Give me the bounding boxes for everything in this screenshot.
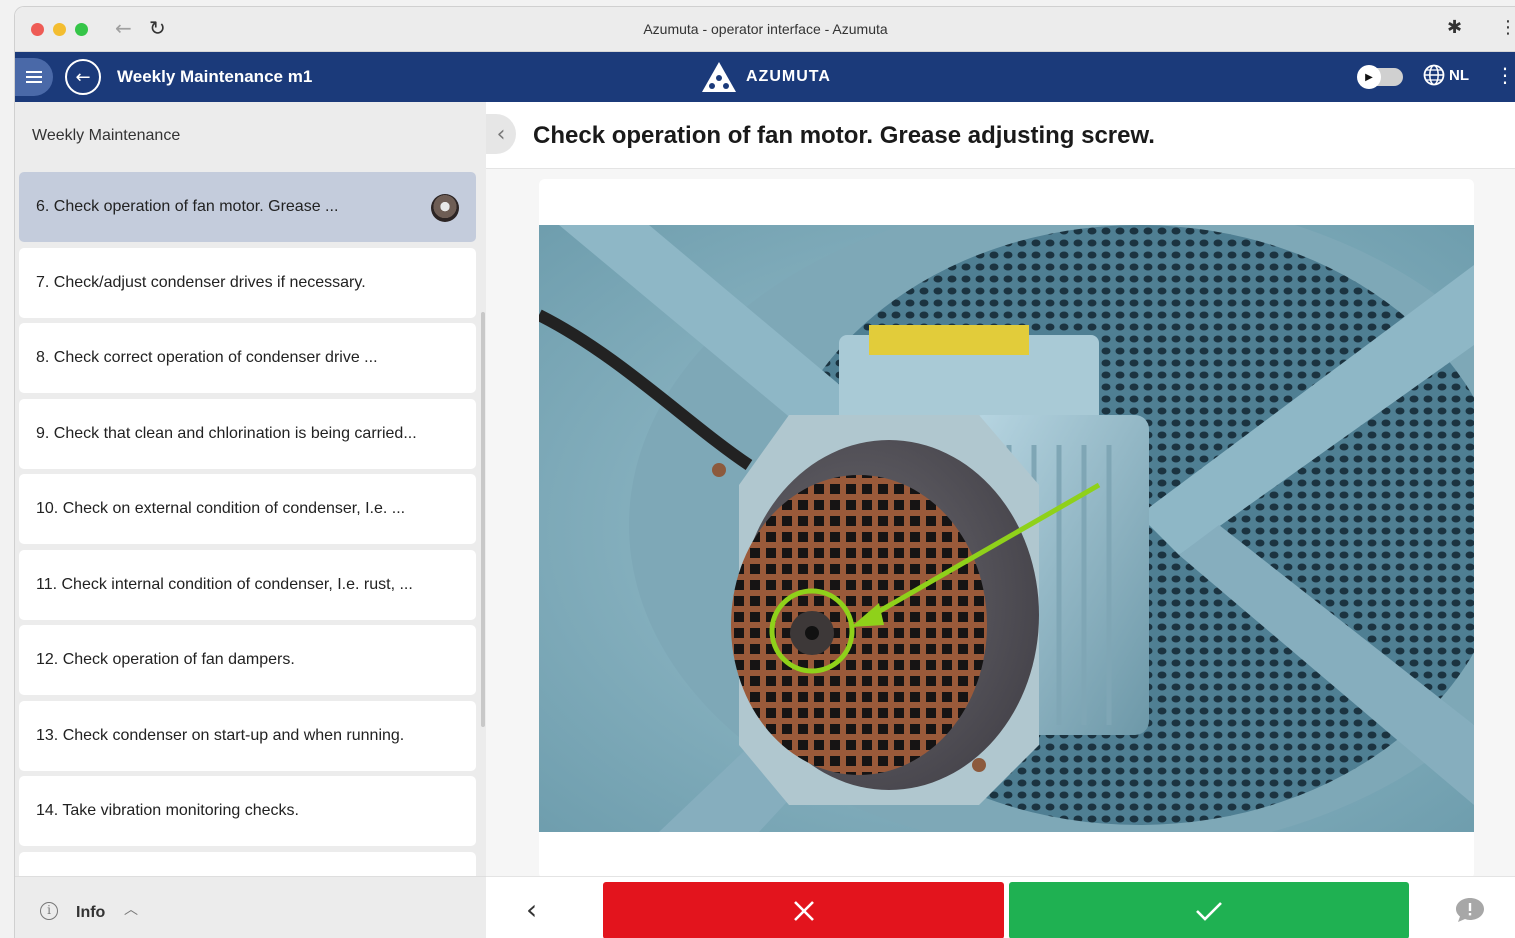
window-title: Azumuta - operator interface - Azumuta (643, 21, 888, 37)
instruction-card (539, 179, 1474, 879)
step-thumbnail (431, 194, 459, 222)
info-icon: i (40, 902, 58, 920)
browser-menu-icon[interactable]: ⋮ (1499, 17, 1515, 38)
step-label: 13. Check condenser on start-up and when… (36, 726, 405, 744)
step-label: 9. Check that clean and chlorination is … (36, 424, 417, 442)
menu-button[interactable] (15, 58, 53, 96)
step-item-8[interactable]: 8. Check correct operation of condenser … (19, 323, 476, 393)
more-vert-icon[interactable]: ⋮ (1495, 63, 1515, 87)
step-label: 8. Check correct operation of condenser … (36, 349, 378, 366)
step-item-14[interactable]: 14. Take vibration monitoring checks. (19, 776, 476, 846)
step-item-11[interactable]: 11. Check internal condition of condense… (19, 549, 476, 620)
globe-icon (1423, 64, 1445, 86)
mode-toggle[interactable]: ▶ (1357, 65, 1403, 89)
info-panel-toggle[interactable]: i Info ︿ (15, 876, 486, 938)
toggle-icon: ▶ (1357, 65, 1381, 89)
step-item-13[interactable]: 13. Check condenser on start-up and when… (19, 700, 476, 771)
step-title: Check operation of fan motor. Grease adj… (533, 122, 1155, 149)
brand-name: AZUMUTA (746, 68, 831, 85)
sidebar-heading: Weekly Maintenance (32, 127, 181, 144)
instruction-image[interactable] (539, 225, 1474, 832)
info-label: Info (76, 904, 106, 921)
steps-sidebar: Weekly Maintenance 6. Check operation of… (15, 102, 486, 938)
sidebar-scrollbar[interactable] (481, 312, 485, 727)
language-label: NL (1449, 66, 1469, 84)
menu-icon (26, 71, 42, 83)
previous-step-button[interactable]: ‹ (526, 893, 537, 926)
close-icon (793, 900, 814, 921)
comment-icon[interactable] (1455, 897, 1485, 923)
step-label: 14. Take vibration monitoring checks. (36, 802, 299, 819)
action-bar: ‹ (486, 876, 1515, 938)
step-label: 10. Check on external condition of conde… (36, 500, 406, 517)
step-item-12[interactable]: 12. Check operation of fan dampers. (19, 625, 476, 695)
step-detail: ‹ Check operation of fan motor. Grease a… (486, 102, 1515, 938)
step-item-10[interactable]: 10. Check on external condition of conde… (19, 474, 476, 544)
step-item-6[interactable]: 6. Check operation of fan motor. Grease … (19, 172, 476, 242)
language-selector[interactable]: NL (1423, 64, 1469, 86)
browser-window: ← ↻ Azumuta - operator interface - Azumu… (14, 6, 1515, 938)
step-label: 6. Check operation of fan motor. Grease … (36, 198, 339, 215)
chevron-up-icon: ︿ (124, 902, 138, 918)
browser-toolbar: ← ↻ Azumuta - operator interface - Azumu… (15, 7, 1515, 52)
step-label: 7. Check/adjust condenser drives if nece… (36, 273, 366, 291)
azumuta-logo-icon (702, 62, 736, 92)
content-area (486, 168, 1515, 879)
step-item-7[interactable]: 7. Check/adjust condenser drives if nece… (19, 247, 476, 318)
page-title: Weekly Maintenance m1 (117, 67, 313, 86)
check-icon (1196, 901, 1222, 921)
chevron-left-icon: ‹ (496, 121, 506, 147)
accept-button[interactable] (1009, 882, 1409, 938)
step-label: 11. Check internal condition of condense… (36, 575, 413, 593)
brand: AZUMUTA (701, 61, 831, 93)
step-item-9[interactable]: 9. Check that clean and chlorination is … (19, 398, 476, 469)
collapse-sidebar-button[interactable]: ‹ (486, 114, 516, 154)
steps-list: 6. Check operation of fan motor. Grease … (19, 172, 476, 927)
step-label: 12. Check operation of fan dampers. (36, 651, 295, 668)
reject-button[interactable] (603, 882, 1004, 938)
back-button[interactable]: ← (65, 59, 101, 95)
puzzle-icon[interactable]: ✱ (1447, 17, 1462, 38)
back-arrow-icon: ← (75, 66, 91, 88)
fan-motor-photo (539, 225, 1474, 832)
app-header: ← Weekly Maintenance m1 AZUMUTA ▶ NL ⋮ (15, 52, 1515, 102)
